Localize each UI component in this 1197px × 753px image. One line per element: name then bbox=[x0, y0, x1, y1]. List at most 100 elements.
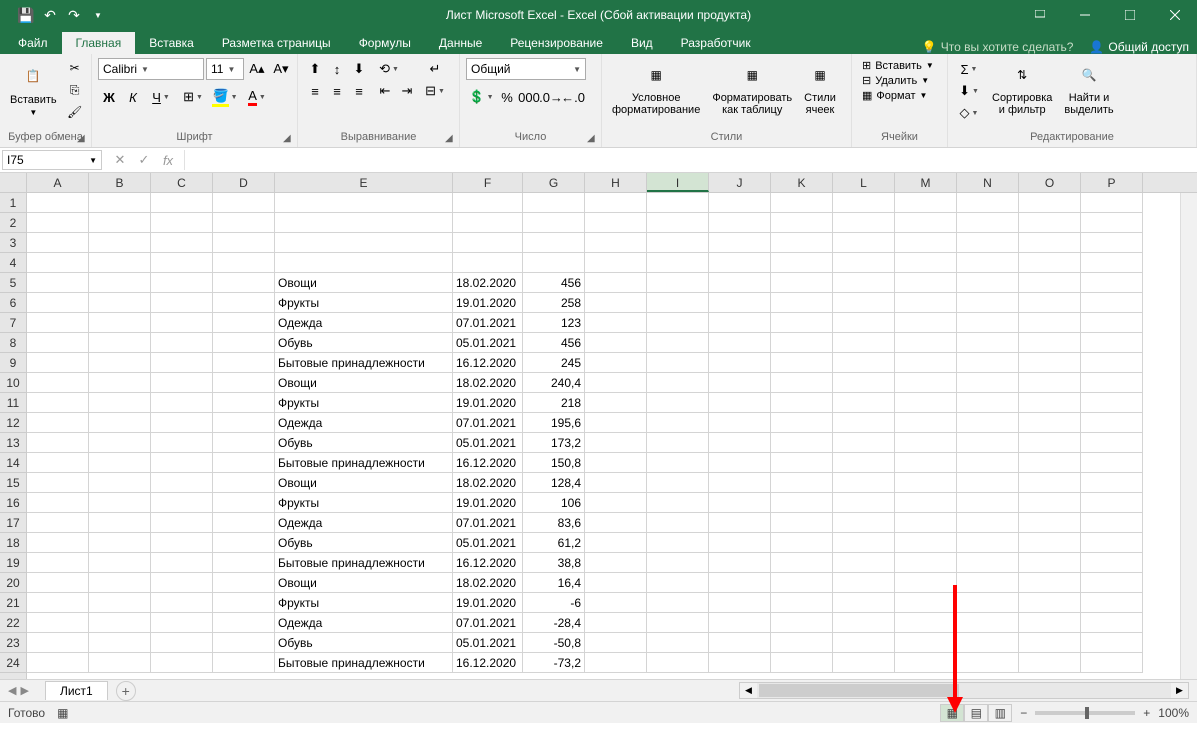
cell-O24[interactable] bbox=[1019, 653, 1081, 673]
cell-J21[interactable] bbox=[709, 593, 771, 613]
cell-I23[interactable] bbox=[647, 633, 709, 653]
cell-E13[interactable]: Обувь bbox=[275, 433, 453, 453]
cell-G7[interactable]: 123 bbox=[523, 313, 585, 333]
cell-L4[interactable] bbox=[833, 253, 895, 273]
cell-M1[interactable] bbox=[895, 193, 957, 213]
cell-K17[interactable] bbox=[771, 513, 833, 533]
cell-O23[interactable] bbox=[1019, 633, 1081, 653]
clipboard-dialog-launcher[interactable]: ◢ bbox=[77, 133, 89, 145]
cell-B24[interactable] bbox=[89, 653, 151, 673]
cell-P14[interactable] bbox=[1081, 453, 1143, 473]
cancel-formula-icon[interactable]: ✕ bbox=[108, 150, 132, 170]
cell-B9[interactable] bbox=[89, 353, 151, 373]
cell-P4[interactable] bbox=[1081, 253, 1143, 273]
cell-G6[interactable]: 258 bbox=[523, 293, 585, 313]
cell-H13[interactable] bbox=[585, 433, 647, 453]
row-header-4[interactable]: 4 bbox=[0, 253, 26, 273]
cell-K16[interactable] bbox=[771, 493, 833, 513]
cell-B12[interactable] bbox=[89, 413, 151, 433]
cell-J17[interactable] bbox=[709, 513, 771, 533]
cell-M2[interactable] bbox=[895, 213, 957, 233]
cell-M22[interactable] bbox=[895, 613, 957, 633]
cell-G4[interactable] bbox=[523, 253, 585, 273]
cell-N13[interactable] bbox=[957, 433, 1019, 453]
share-button[interactable]: 👤 Общий доступ bbox=[1089, 40, 1189, 54]
cell-B23[interactable] bbox=[89, 633, 151, 653]
cell-E20[interactable]: Овощи bbox=[275, 573, 453, 593]
col-header-G[interactable]: G bbox=[523, 173, 585, 192]
cell-N3[interactable] bbox=[957, 233, 1019, 253]
cell-G19[interactable]: 38,8 bbox=[523, 553, 585, 573]
cell-L6[interactable] bbox=[833, 293, 895, 313]
cell-M8[interactable] bbox=[895, 333, 957, 353]
cell-M13[interactable] bbox=[895, 433, 957, 453]
cell-F23[interactable]: 05.01.2021 bbox=[453, 633, 523, 653]
copy-icon[interactable]: ⎘ bbox=[65, 80, 85, 100]
cell-G2[interactable] bbox=[523, 213, 585, 233]
cell-B6[interactable] bbox=[89, 293, 151, 313]
cell-I22[interactable] bbox=[647, 613, 709, 633]
cell-I9[interactable] bbox=[647, 353, 709, 373]
cell-K2[interactable] bbox=[771, 213, 833, 233]
cell-M16[interactable] bbox=[895, 493, 957, 513]
cell-M15[interactable] bbox=[895, 473, 957, 493]
cell-E18[interactable]: Обувь bbox=[275, 533, 453, 553]
cell-N10[interactable] bbox=[957, 373, 1019, 393]
number-format-combo[interactable]: Общий▼ bbox=[466, 58, 586, 80]
cell-G23[interactable]: -50,8 bbox=[523, 633, 585, 653]
cell-M4[interactable] bbox=[895, 253, 957, 273]
cell-G24[interactable]: -73,2 bbox=[523, 653, 585, 673]
cell-N1[interactable] bbox=[957, 193, 1019, 213]
cell-M14[interactable] bbox=[895, 453, 957, 473]
cell-L10[interactable] bbox=[833, 373, 895, 393]
cell-A5[interactable] bbox=[27, 273, 89, 293]
cell-M17[interactable] bbox=[895, 513, 957, 533]
enter-formula-icon[interactable]: ✓ bbox=[132, 150, 156, 170]
cell-J20[interactable] bbox=[709, 573, 771, 593]
cell-E17[interactable]: Одежда bbox=[275, 513, 453, 533]
cell-E2[interactable] bbox=[275, 213, 453, 233]
row-header-9[interactable]: 9 bbox=[0, 353, 26, 373]
cell-M21[interactable] bbox=[895, 593, 957, 613]
col-header-B[interactable]: B bbox=[89, 173, 151, 192]
row-header-10[interactable]: 10 bbox=[0, 373, 26, 393]
number-dialog-launcher[interactable]: ◢ bbox=[587, 133, 599, 145]
cell-I6[interactable] bbox=[647, 293, 709, 313]
cell-N20[interactable] bbox=[957, 573, 1019, 593]
cell-G8[interactable]: 456 bbox=[523, 333, 585, 353]
tell-me-search[interactable]: 💡 Что вы хотите сделать? bbox=[922, 40, 1074, 54]
col-header-I[interactable]: I bbox=[647, 173, 709, 192]
cell-O4[interactable] bbox=[1019, 253, 1081, 273]
cell-B20[interactable] bbox=[89, 573, 151, 593]
cell-J23[interactable] bbox=[709, 633, 771, 653]
tab-formulas[interactable]: Формулы bbox=[345, 32, 425, 54]
cell-N2[interactable] bbox=[957, 213, 1019, 233]
cell-styles-button[interactable]: ▦ Стили ячеек bbox=[800, 58, 840, 118]
cell-C10[interactable] bbox=[151, 373, 213, 393]
cell-A16[interactable] bbox=[27, 493, 89, 513]
cell-H2[interactable] bbox=[585, 213, 647, 233]
cell-N11[interactable] bbox=[957, 393, 1019, 413]
cell-N21[interactable] bbox=[957, 593, 1019, 613]
row-header-23[interactable]: 23 bbox=[0, 633, 26, 653]
cell-J4[interactable] bbox=[709, 253, 771, 273]
cell-M10[interactable] bbox=[895, 373, 957, 393]
cell-O15[interactable] bbox=[1019, 473, 1081, 493]
formula-input[interactable] bbox=[185, 150, 1197, 170]
align-top-icon[interactable]: ⬆ bbox=[304, 58, 326, 80]
cell-J15[interactable] bbox=[709, 473, 771, 493]
underline-icon[interactable]: Ч▼ bbox=[146, 86, 176, 108]
increase-indent-icon[interactable]: ⇥ bbox=[396, 80, 418, 102]
cell-D2[interactable] bbox=[213, 213, 275, 233]
cell-H16[interactable] bbox=[585, 493, 647, 513]
cell-F16[interactable]: 19.01.2020 bbox=[453, 493, 523, 513]
cell-K1[interactable] bbox=[771, 193, 833, 213]
cell-E12[interactable]: Одежда bbox=[275, 413, 453, 433]
cell-L16[interactable] bbox=[833, 493, 895, 513]
cell-A22[interactable] bbox=[27, 613, 89, 633]
cell-H22[interactable] bbox=[585, 613, 647, 633]
tab-review[interactable]: Рецензирование bbox=[496, 32, 617, 54]
cell-K15[interactable] bbox=[771, 473, 833, 493]
cell-H17[interactable] bbox=[585, 513, 647, 533]
horizontal-scrollbar[interactable]: ◀ ▶ bbox=[739, 682, 1189, 699]
